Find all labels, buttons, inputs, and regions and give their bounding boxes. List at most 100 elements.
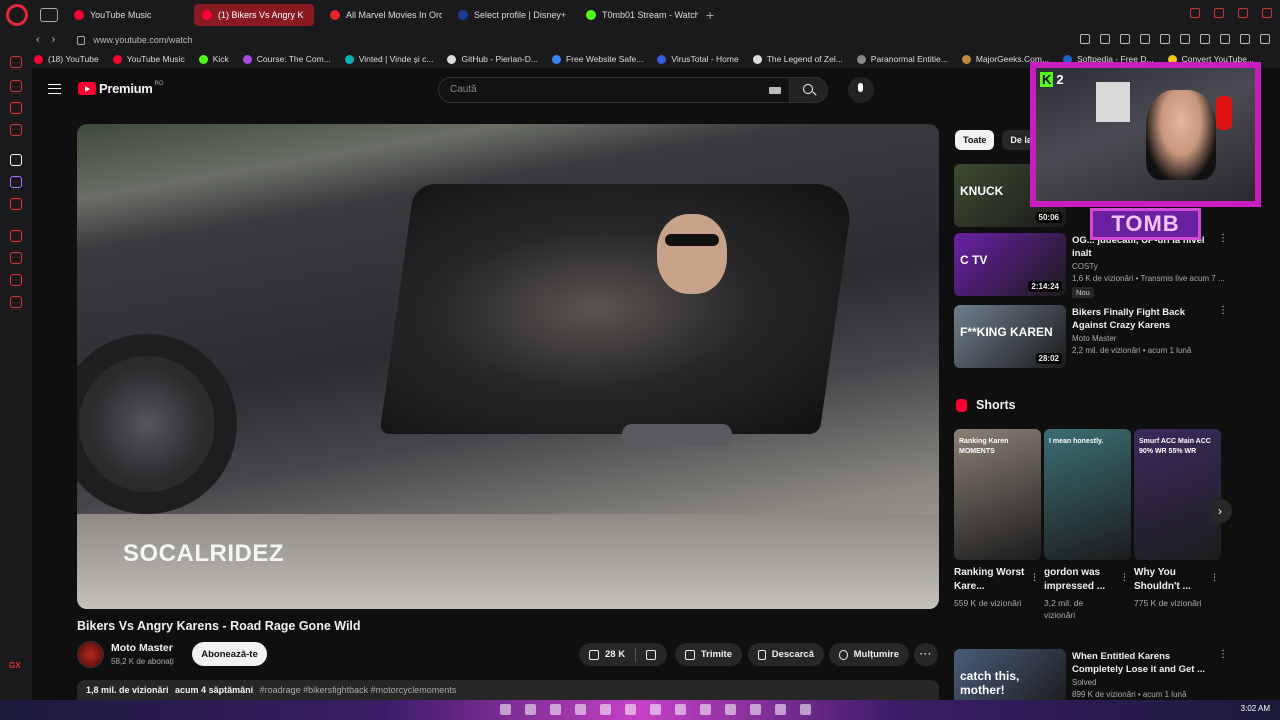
sidebar-extensions-icon[interactable] [10,274,22,286]
system-clock[interactable]: 3:02 AM [1241,704,1270,713]
sidebar-music-icon[interactable] [10,80,22,92]
recommended-video[interactable]: C TV 2:14:24 OG... judecatii, UP-uri la ni… [954,233,1228,298]
youtube-premium-logo[interactable]: Premium RO [78,81,164,96]
sidebar-history-icon[interactable] [10,252,22,264]
download-icon[interactable] [1240,34,1250,44]
short-thumbnail[interactable]: I mean honestly. [1044,429,1131,560]
taskbar-discord-icon[interactable] [725,704,736,715]
sidebar-app-icon[interactable] [10,198,22,210]
more-options-icon[interactable]: ⋮ [1218,650,1228,660]
sidebar-messenger-icon[interactable] [10,102,22,114]
tab-marvel-movies[interactable]: All Marvel Movies In Orde [322,4,442,26]
more-options-icon[interactable]: ⋮ [1030,572,1039,583]
sidebar-twitch-icon[interactable] [10,176,22,188]
subscribe-button[interactable]: Abonează-te [192,642,267,666]
forward-icon[interactable]: › [52,34,56,46]
hashtags[interactable]: #roadrage #bikersfightback #motorcyclemo… [260,685,457,695]
search-tabs-icon[interactable] [1190,8,1200,18]
video-title[interactable]: Bikers Finally Fight Back Against Crazy … [1072,307,1212,332]
share-button[interactable]: Trimite [675,643,742,666]
bookmark-item[interactable]: VirusTotal - Home [657,54,739,64]
reader-icon[interactable] [1100,34,1110,44]
sidebar-youtube-icon[interactable] [10,56,22,68]
profile-icon[interactable] [1180,34,1190,44]
shield-icon[interactable] [1200,34,1210,44]
more-options-icon[interactable]: ⋮ [1120,572,1129,583]
video-title[interactable]: When Entitled Karens Completely Lose it … [1072,651,1212,676]
taskbar-folder-icon[interactable] [625,704,636,715]
gx-corner-icon[interactable]: GX [9,661,21,670]
bookmark-item[interactable]: Course: The Com... [242,54,331,64]
close-icon[interactable] [1262,8,1272,18]
taskbar-premiere-icon[interactable] [650,704,661,715]
short-item[interactable]: I mean honestly. gordon was impressed ...… [1044,429,1131,621]
hamburger-menu-icon[interactable] [48,84,61,94]
taskbar-app-icon[interactable] [800,704,811,715]
heart-icon[interactable] [1160,34,1170,44]
opera-gx-icon[interactable] [6,4,28,26]
back-icon[interactable]: ‹ [36,34,40,46]
keyboard-icon[interactable] [769,87,781,94]
chip-all[interactable]: Toate [955,130,995,150]
more-options-icon[interactable]: ⋮ [1218,234,1228,244]
video-thumbnail[interactable]: F**KING KAREN 28:02 [954,305,1066,368]
taskbar-app-icon[interactable] [750,704,761,715]
bookmark-icon[interactable] [1140,34,1150,44]
extensions-icon[interactable] [1220,34,1230,44]
bookmark-item[interactable]: GitHub - Pierian-D... [447,54,538,64]
taskbar-app-icon[interactable] [675,704,686,715]
more-options-icon[interactable]: ⋮ [1218,306,1228,316]
short-title[interactable]: Ranking Worst Kare... [954,566,1026,594]
bookmark-item[interactable]: Free Website Safe... [551,54,643,64]
more-actions-button[interactable]: ··· [914,643,938,666]
short-thumbnail[interactable]: Smurf ACC Main ACC 90% WR 55% WR [1134,429,1221,560]
snapshot-icon[interactable] [1080,34,1090,44]
sidebar-player-icon[interactable] [10,230,22,242]
bookmark-item[interactable]: Kick [198,54,229,64]
tab-disney-plus[interactable]: Select profile | Disney+ [450,4,570,26]
like-count[interactable]: 28 K [605,649,625,660]
taskbar-app-icon[interactable] [700,704,711,715]
like-icon[interactable] [589,649,599,660]
settings-icon[interactable] [1260,34,1270,44]
thanks-button[interactable]: Mulțumire [829,643,909,666]
url-field[interactable]: www.youtube.com/watch [93,35,192,45]
video-thumbnail[interactable]: C TV 2:14:24 [954,233,1066,296]
sidebar-aria-icon[interactable] [10,154,22,166]
taskbar-photoshop-icon[interactable] [600,704,611,715]
bookmark-item[interactable]: The Legend of Zel... [752,54,843,64]
channel-name[interactable]: Moto Master [111,642,173,654]
short-item[interactable]: Ranking Karen MOMENTS Ranking Worst Kare.… [954,429,1041,609]
recommended-video[interactable]: F**KING KAREN 28:02 Bikers Finally Fight B… [954,305,1228,369]
taskbar-tiktok-icon[interactable] [775,704,786,715]
translate-icon[interactable] [1120,34,1130,44]
description-box[interactable]: 1,8 mil. de vizionări acum 4 săptămâni #… [77,680,939,700]
taskbar-app-icon[interactable] [525,704,536,715]
more-options-icon[interactable]: ⋮ [1210,572,1219,583]
short-item[interactable]: Smurf ACC Main ACC 90% WR 55% WR Why You … [1134,429,1221,609]
minimize-icon[interactable] [1214,8,1224,18]
short-thumbnail[interactable]: Ranking Karen MOMENTS [954,429,1041,560]
channel-avatar[interactable] [77,641,104,668]
tab-kick-stream[interactable]: T0mb01 Stream - Watch L [578,4,698,26]
bookmark-item[interactable]: Paranormal Entitie... [856,54,948,64]
video-channel[interactable]: Solved [1072,678,1096,687]
tab-bikers-vs-angry-karens[interactable]: (1) Bikers Vs Angry K [194,4,314,26]
video-player[interactable]: SOCALRIDEZ [77,124,939,609]
lock-icon[interactable] [77,35,86,45]
bookmark-item[interactable]: Vinted | Vinde și c... [344,54,433,64]
tab-switcher-icon[interactable] [40,8,58,22]
taskbar-whatsapp-icon[interactable] [550,704,561,715]
search-button[interactable] [790,77,828,103]
maximize-icon[interactable] [1238,8,1248,18]
bookmark-item[interactable]: (18) YouTube [34,54,99,64]
sidebar-news-icon[interactable] [10,124,22,136]
short-title[interactable]: Why You Shouldn't ... [1134,566,1206,594]
search-input[interactable]: Caută [438,77,790,103]
video-channel[interactable]: COSTy [1072,262,1098,271]
shorts-next-button[interactable]: › [1208,499,1232,523]
bookmark-item[interactable]: YouTube Music [112,54,185,64]
tab-youtube-music[interactable]: YouTube Music [66,4,186,26]
voice-search-button[interactable] [848,77,874,103]
short-title[interactable]: gordon was impressed ... [1044,566,1116,594]
